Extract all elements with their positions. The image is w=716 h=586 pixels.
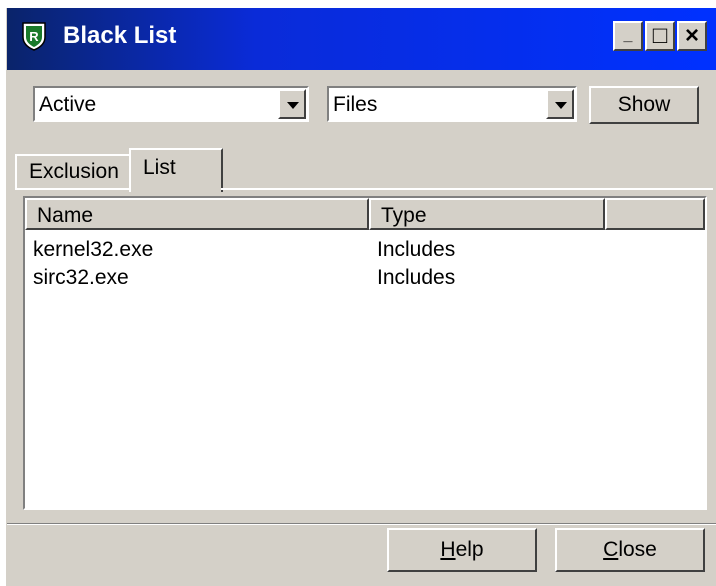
help-button[interactable]: Help bbox=[387, 528, 537, 572]
tab-list-label: List bbox=[143, 156, 176, 179]
row-name: sirc32.exe bbox=[33, 266, 129, 289]
chevron-down-icon[interactable] bbox=[546, 89, 574, 119]
help-accel: H bbox=[440, 538, 456, 561]
window-title: Black List bbox=[63, 22, 177, 49]
help-button-label: elp bbox=[455, 538, 484, 561]
show-button[interactable]: Show bbox=[589, 86, 699, 124]
column-header-name-label: Name bbox=[37, 204, 94, 227]
status-select-value: Active bbox=[39, 93, 97, 116]
status-select[interactable]: Active bbox=[33, 86, 309, 122]
table-row[interactable]: sirc32.exe Includes bbox=[25, 266, 705, 294]
tab-panel-border bbox=[15, 188, 129, 190]
minimize-button[interactable]: _ bbox=[613, 21, 643, 51]
column-header-name[interactable]: Name bbox=[25, 198, 369, 230]
close-icon: × bbox=[684, 22, 699, 49]
minimize-icon: _ bbox=[623, 27, 633, 44]
tab-exclusion[interactable]: Exclusion bbox=[15, 154, 129, 188]
footer-divider bbox=[7, 523, 716, 525]
column-header-empty[interactable] bbox=[605, 198, 705, 230]
type-select-value: Files bbox=[333, 93, 378, 116]
close-window-button[interactable]: × bbox=[677, 21, 707, 51]
shield-r-icon: R bbox=[22, 22, 46, 51]
table-row[interactable]: kernel32.exe Includes bbox=[25, 238, 705, 266]
close-button[interactable]: Close bbox=[555, 528, 705, 572]
black-list-window: R Black List _ □ × Active Files Show Exc… bbox=[6, 8, 716, 586]
show-button-label: Show bbox=[617, 93, 671, 116]
maximize-button[interactable]: □ bbox=[645, 21, 675, 51]
type-select[interactable]: Files bbox=[327, 86, 577, 122]
tab-exclusion-label: Exclusion bbox=[29, 160, 119, 183]
close-accel: C bbox=[603, 538, 619, 561]
svg-text:R: R bbox=[29, 29, 39, 44]
maximize-icon: □ bbox=[652, 22, 668, 49]
tab-panel-border bbox=[221, 188, 713, 190]
close-button-label: lose bbox=[618, 538, 657, 561]
row-type: Includes bbox=[377, 238, 456, 261]
row-name: kernel32.exe bbox=[33, 238, 154, 261]
title-bar[interactable]: R Black List _ □ × bbox=[7, 8, 716, 70]
tab-list[interactable]: List bbox=[129, 148, 223, 192]
row-type: Includes bbox=[377, 266, 456, 289]
chevron-down-icon[interactable] bbox=[278, 89, 306, 119]
column-header-type[interactable]: Type bbox=[369, 198, 605, 230]
column-header-type-label: Type bbox=[381, 204, 427, 227]
file-list[interactable]: Name Type kernel32.exe Includes sirc32.e… bbox=[23, 196, 707, 510]
